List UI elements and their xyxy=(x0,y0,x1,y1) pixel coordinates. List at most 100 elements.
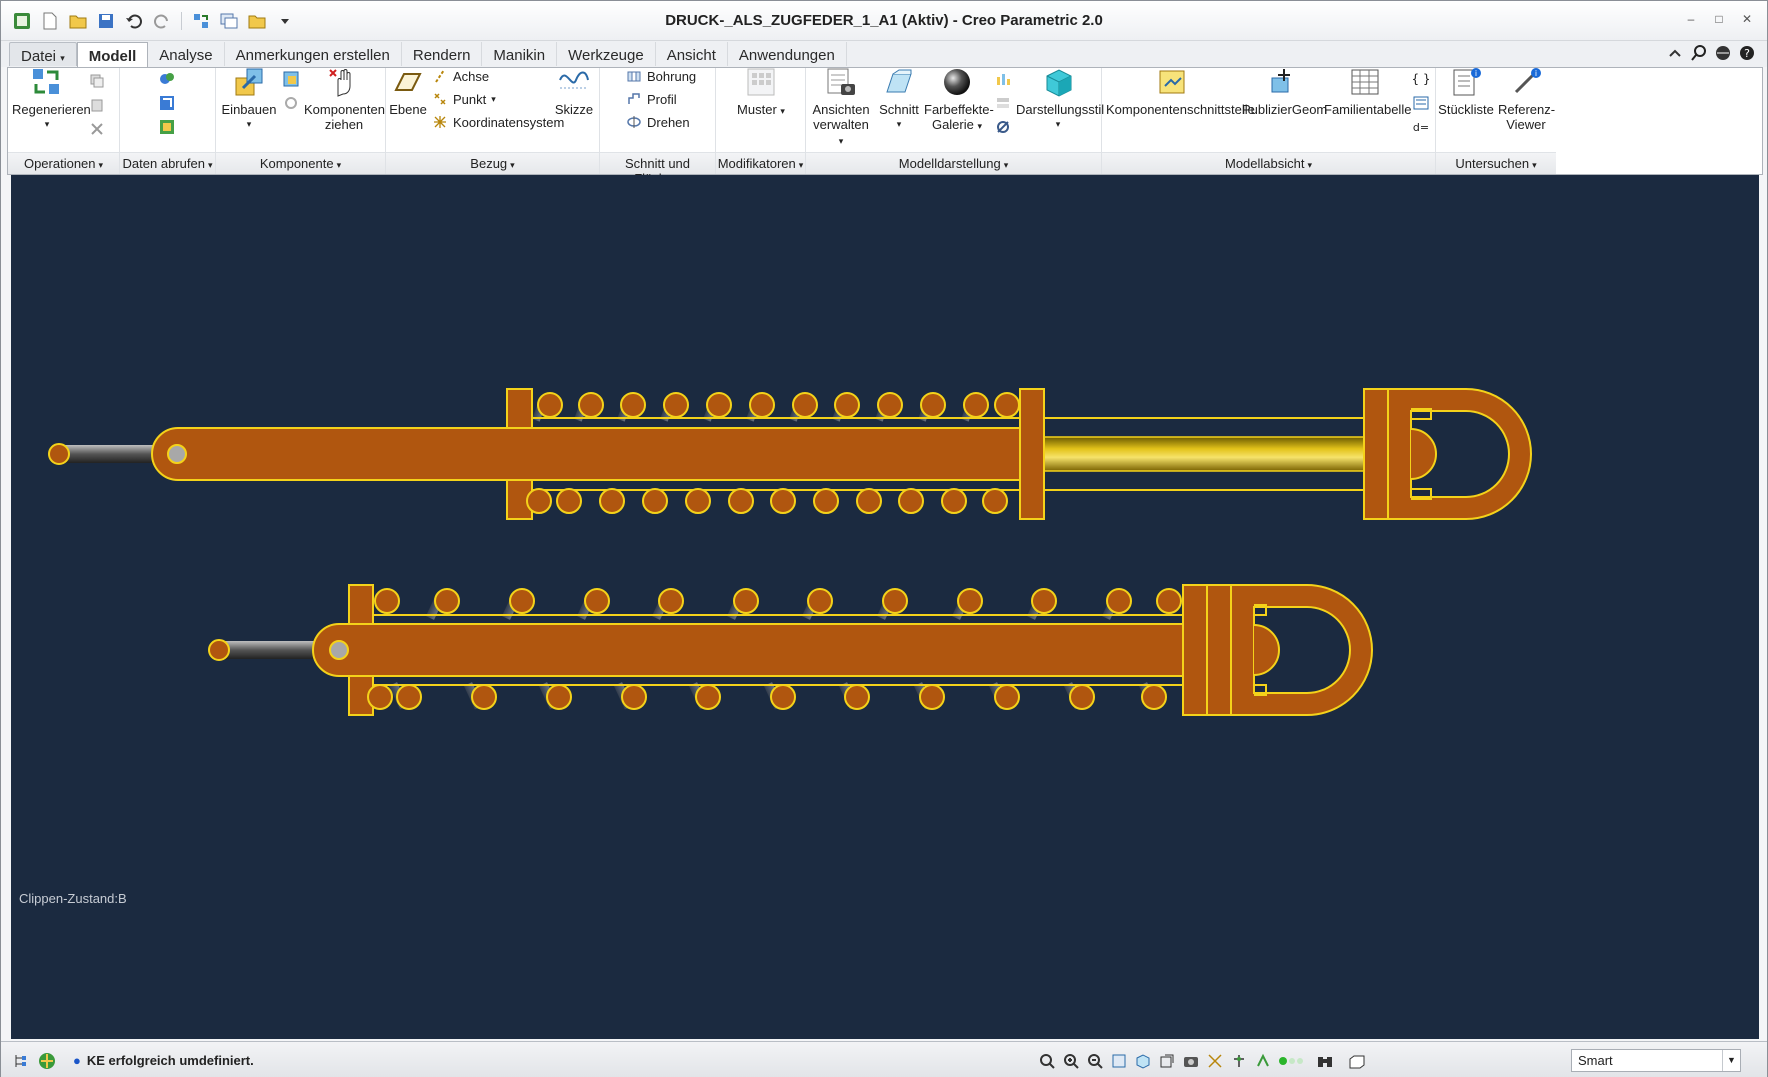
user-defined-feature-icon[interactable] xyxy=(158,70,176,88)
group-label-modelldarstellung[interactable]: Modelldarstellung ▾ xyxy=(806,152,1101,174)
copy-icon[interactable] xyxy=(88,72,106,90)
saved-orientations-icon[interactable] xyxy=(1157,1051,1177,1071)
drag-components-icon xyxy=(327,65,361,99)
profil-button[interactable]: Profil xyxy=(626,91,677,107)
punkt-button[interactable]: Punkt ▾ xyxy=(432,91,496,107)
relations-icon[interactable]: { } xyxy=(1412,70,1430,88)
datum-display-icon[interactable] xyxy=(1205,1051,1225,1071)
bohrung-button[interactable]: Bohrung xyxy=(626,68,696,84)
status-bar: ● KE erfolgreich umdefiniert. Smart ▼ xyxy=(1,1041,1767,1077)
ansichten-verwalten-button[interactable]: Ansichten verwalten ▾ xyxy=(810,65,872,149)
help-icon[interactable]: ? xyxy=(1739,45,1755,61)
muster-button[interactable]: Muster ▾ xyxy=(722,65,800,119)
reference-viewer-icon: i xyxy=(1509,65,1543,99)
main-body xyxy=(151,427,1045,481)
tab-analyse[interactable]: Analyse xyxy=(148,42,225,66)
display-style-small-icon[interactable] xyxy=(994,70,1012,88)
tab-row-tools: ? xyxy=(1667,45,1755,61)
group-label-komponente[interactable]: Komponente ▾ xyxy=(216,152,385,174)
tab-datei[interactable]: Datei ▾ xyxy=(9,42,77,66)
zoom-out-icon[interactable] xyxy=(1085,1051,1105,1071)
spring-assembly-2[interactable] xyxy=(208,584,1373,716)
scene-icon[interactable] xyxy=(994,118,1012,136)
group-label-schnitt-flaeche[interactable]: Schnitt und Fläche▾ xyxy=(600,152,715,186)
group-label-daten-abrufen[interactable]: Daten abrufen ▾ xyxy=(120,152,215,174)
browser-toggle-icon[interactable] xyxy=(37,1051,57,1071)
create-component-icon[interactable] xyxy=(282,70,300,88)
display-style-menu-icon[interactable] xyxy=(1133,1051,1153,1071)
group-label-untersuchen[interactable]: Untersuchen ▾ xyxy=(1436,152,1556,174)
group-modelldarstellung: Ansichten verwalten ▾ Schnitt ▾ Farbeffe… xyxy=(806,65,1104,174)
paste-icon[interactable] xyxy=(88,96,106,114)
schnitt-button[interactable]: Schnitt ▾ xyxy=(876,65,922,132)
close-icon[interactable]: ✕ xyxy=(1739,11,1755,27)
group-label-operationen[interactable]: Operationen ▾ xyxy=(8,152,119,174)
koordinatensystem-button[interactable]: Koordinatensystem xyxy=(432,114,564,130)
repeat-icon[interactable] xyxy=(282,94,300,112)
refit-icon[interactable] xyxy=(1037,1051,1057,1071)
referenz-viewer-button[interactable]: i Referenz- Viewer xyxy=(1498,65,1555,132)
tab-anwendungen[interactable]: Anwendungen xyxy=(728,42,847,66)
group-label-modellabsicht[interactable]: Modellabsicht ▾ xyxy=(1102,152,1435,174)
svg-text:{ }: { } xyxy=(1413,72,1429,86)
tab-werkzeuge[interactable]: Werkzeuge xyxy=(557,42,656,66)
svg-text:i: i xyxy=(1535,69,1537,78)
d-ring-shackle xyxy=(1230,584,1373,716)
pattern-icon xyxy=(744,65,778,99)
switch-dimensions-icon[interactable]: d= xyxy=(1412,118,1430,136)
profile-icon xyxy=(626,91,642,107)
graphics-window[interactable]: Clippen-Zustand:B xyxy=(11,175,1759,1039)
maximize-icon[interactable]: □ xyxy=(1711,11,1727,27)
d-ring-shackle xyxy=(1387,388,1532,520)
coordinate-system-icon xyxy=(432,114,448,130)
shrinkwrap-icon[interactable] xyxy=(158,118,176,136)
tab-modell[interactable]: Modell xyxy=(76,42,149,68)
parameters-icon[interactable] xyxy=(1412,94,1430,112)
einbauen-button[interactable]: Einbauen ▾ xyxy=(218,65,280,132)
axis-icon xyxy=(432,68,448,84)
publiziergeom-button[interactable]: PublizierGeom xyxy=(1242,65,1327,117)
zoom-in-icon[interactable] xyxy=(1061,1051,1081,1071)
layer-icon[interactable] xyxy=(994,94,1012,112)
manage-views-icon xyxy=(824,65,858,99)
tab-ansicht[interactable]: Ansicht xyxy=(656,42,728,66)
skizze-button[interactable]: Skizze xyxy=(552,65,596,117)
stueckliste-button[interactable]: i Stückliste xyxy=(1436,65,1496,117)
chevron-down-icon: ▼ xyxy=(1722,1050,1740,1071)
group-bezug: Ebene Achse Punkt ▾ Koordinatensystem Ski… xyxy=(386,68,600,174)
delete-icon[interactable] xyxy=(88,120,106,138)
spring-assembly-1[interactable] xyxy=(48,388,1532,520)
achse-button[interactable]: Achse xyxy=(432,68,489,84)
revolve-icon xyxy=(626,114,642,130)
ribbon-tab-row: Datei ▾ Modell Analyse Anmerkungen erste… xyxy=(1,41,1767,68)
darstellungsstil-button[interactable]: Darstellungsstil ▾ xyxy=(1016,65,1104,132)
ebene-button[interactable]: Ebene xyxy=(388,65,428,117)
selection-box-icon[interactable] xyxy=(1343,1051,1371,1071)
find-icon[interactable] xyxy=(1311,1051,1339,1071)
minimize-icon[interactable]: – xyxy=(1683,11,1699,27)
regenerieren-button[interactable]: Regenerieren ▾ xyxy=(12,65,91,132)
komponentenschnittstelle-button[interactable]: Komponentenschnittstelle xyxy=(1106,65,1255,117)
group-label-bezug[interactable]: Bezug ▾ xyxy=(386,152,599,174)
familientabelle-button[interactable]: Familientabelle xyxy=(1324,65,1411,117)
model-tree-toggle-icon[interactable] xyxy=(11,1051,31,1071)
tab-anmerkungen[interactable]: Anmerkungen erstellen xyxy=(225,42,402,66)
farbeffekte-galerie-button[interactable]: Farbeffekte- Galerie ▾ xyxy=(924,65,994,134)
tab-rendern[interactable]: Rendern xyxy=(402,42,483,66)
repaint-icon[interactable] xyxy=(1109,1051,1129,1071)
copy-geometry-icon[interactable] xyxy=(158,94,176,112)
komponenten-ziehen-button[interactable]: Komponenten ziehen xyxy=(304,65,385,132)
search-icon[interactable] xyxy=(1691,45,1707,61)
selection-filter-dropdown[interactable]: Smart ▼ xyxy=(1571,1049,1741,1072)
tab-manikin[interactable]: Manikin xyxy=(482,42,558,66)
annotation-display-icon[interactable] xyxy=(1253,1051,1273,1071)
view-manager-icon[interactable] xyxy=(1181,1051,1201,1071)
collapse-ribbon-icon[interactable] xyxy=(1667,45,1683,61)
browser-icon[interactable] xyxy=(1715,45,1731,61)
section-icon xyxy=(882,65,916,99)
pin-end xyxy=(48,443,70,465)
drehen-button[interactable]: Drehen xyxy=(626,114,690,130)
group-label-modifikatoren[interactable]: Modifikatoren ▾ xyxy=(716,152,805,174)
svg-text:?: ? xyxy=(1744,47,1750,60)
spin-center-icon[interactable] xyxy=(1229,1051,1249,1071)
